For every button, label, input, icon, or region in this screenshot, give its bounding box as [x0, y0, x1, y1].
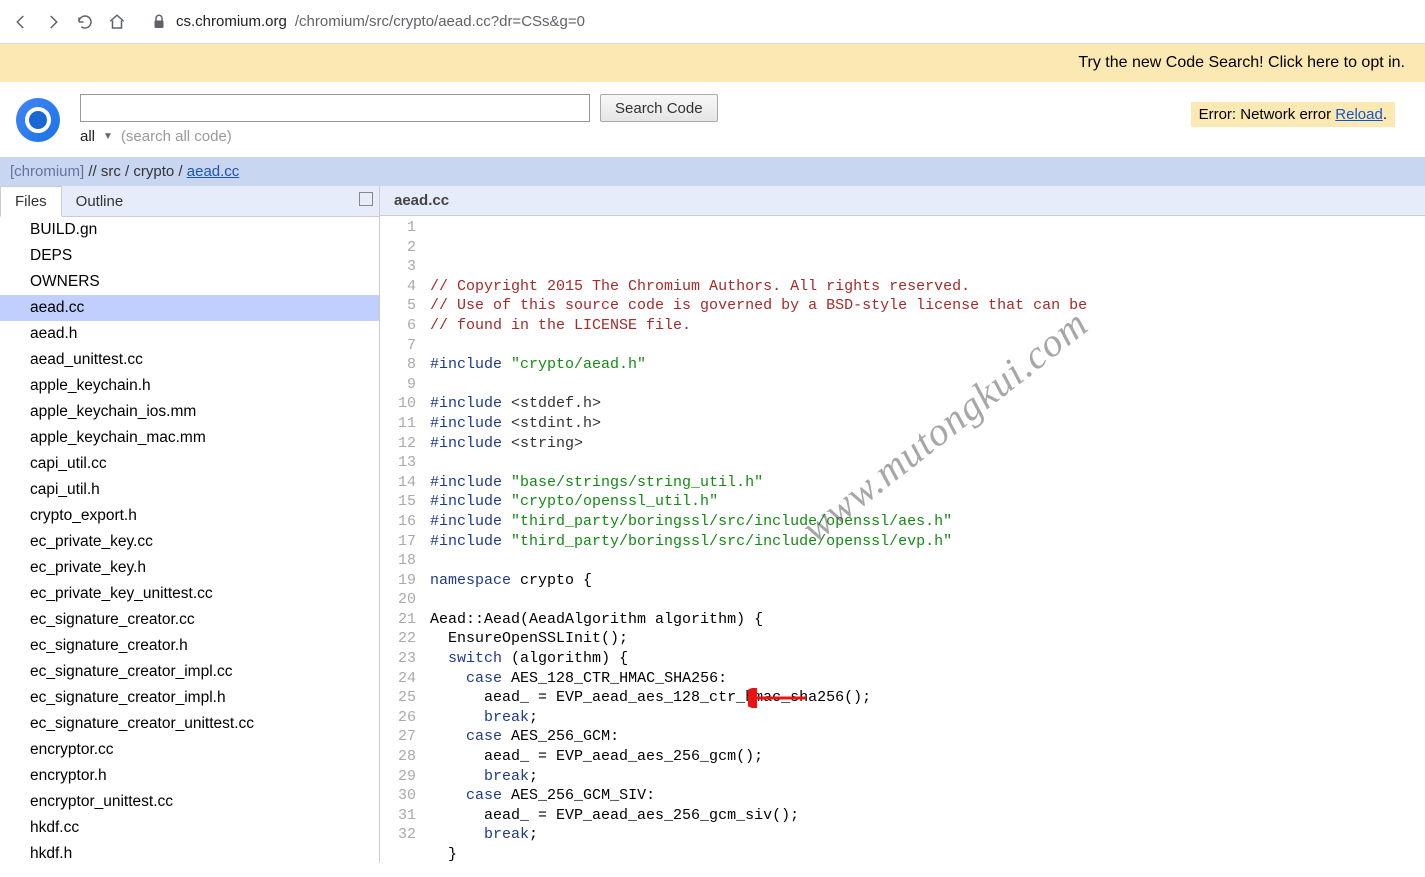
code-body: // Copyright 2015 The Chromium Authors. …: [424, 218, 1087, 863]
breadcrumb-file[interactable]: aead.cc: [187, 163, 240, 180]
file-item[interactable]: DEPS: [0, 243, 379, 269]
code-line: [430, 453, 1087, 473]
file-item[interactable]: BUILD.gn: [0, 217, 379, 243]
back-icon[interactable]: [12, 13, 30, 31]
code-line: #include <stdint.h>: [430, 414, 1087, 434]
error-label: Error: Network error: [1199, 106, 1336, 123]
breadcrumb-seg[interactable]: crypto: [133, 163, 174, 180]
code-line: aead_ = EVP_aead_aes_128_ctr_hmac_sha256…: [430, 688, 1087, 708]
browser-toolbar: cs.chromium.org/chromium/src/crypto/aead…: [0, 0, 1425, 44]
file-item[interactable]: ec_signature_creator_impl.h: [0, 685, 379, 711]
code-line: [430, 590, 1087, 610]
code-line: namespace crypto {: [430, 571, 1087, 591]
file-item[interactable]: ec_signature_creator_impl.cc: [0, 659, 379, 685]
code-line: break;: [430, 767, 1087, 787]
file-item[interactable]: apple_keychain_ios.mm: [0, 399, 379, 425]
opt-in-banner[interactable]: Try the new Code Search! Click here to o…: [0, 44, 1425, 82]
file-item[interactable]: ec_private_key_unittest.cc: [0, 581, 379, 607]
sidebar-tabs: Files Outline: [0, 186, 379, 217]
file-item[interactable]: encryptor.h: [0, 763, 379, 789]
content-header: aead.cc: [380, 186, 1425, 216]
code-line: #include "crypto/aead.h": [430, 355, 1087, 375]
file-list[interactable]: BUILD.gnDEPSOWNERSaead.ccaead.haead_unit…: [0, 217, 379, 863]
code-line: // Use of this source code is governed b…: [430, 296, 1087, 316]
line-number-gutter: 1234567891011121314151617181920212223242…: [380, 218, 424, 863]
url-path: /chromium/src/crypto/aead.cc?dr=CSs&g=0: [295, 13, 585, 30]
chevron-down-icon: ▼: [103, 131, 113, 142]
code-line: }: [430, 845, 1087, 863]
code-line: Aead::Aead(AeadAlgorithm algorithm) {: [430, 610, 1087, 630]
code-line: case AES_128_CTR_HMAC_SHA256:: [430, 669, 1087, 689]
search-input[interactable]: [80, 94, 590, 122]
file-item[interactable]: ec_signature_creator.cc: [0, 607, 379, 633]
lock-icon: [150, 13, 168, 31]
file-item[interactable]: ec_signature_creator.h: [0, 633, 379, 659]
file-item[interactable]: ec_private_key.cc: [0, 529, 379, 555]
chromium-logo: [16, 98, 60, 142]
file-item[interactable]: OWNERS: [0, 269, 379, 295]
breadcrumb-project[interactable]: [chromium]: [10, 163, 84, 180]
file-item[interactable]: capi_util.h: [0, 477, 379, 503]
search-button[interactable]: Search Code: [600, 94, 718, 122]
reload-icon[interactable]: [76, 13, 94, 31]
address-bar[interactable]: cs.chromium.org/chromium/src/crypto/aead…: [150, 13, 585, 31]
code-line: [430, 336, 1087, 356]
file-item[interactable]: encryptor_unittest.cc: [0, 789, 379, 815]
file-item[interactable]: ec_signature_creator_unittest.cc: [0, 711, 379, 737]
tab-files[interactable]: Files: [0, 186, 62, 217]
file-item[interactable]: hkdf.cc: [0, 815, 379, 841]
scope-label: all: [80, 128, 95, 145]
file-item[interactable]: apple_keychain_mac.mm: [0, 425, 379, 451]
code-line: aead_ = EVP_aead_aes_256_gcm_siv();: [430, 806, 1087, 826]
forward-icon[interactable]: [44, 13, 62, 31]
code-line: case AES_256_GCM:: [430, 727, 1087, 747]
code-line: // found in the LICENSE file.: [430, 316, 1087, 336]
code-line: case AES_256_GCM_SIV:: [430, 786, 1087, 806]
sidebar: Files Outline BUILD.gnDEPSOWNERSaead.cca…: [0, 186, 380, 863]
search-scope[interactable]: all ▼ (search all code): [80, 128, 718, 145]
main: Files Outline BUILD.gnDEPSOWNERSaead.cca…: [0, 186, 1425, 863]
code-line: #include "third_party/boringssl/src/incl…: [430, 532, 1087, 552]
url-host: cs.chromium.org: [176, 13, 287, 30]
code-line: #include <string>: [430, 434, 1087, 454]
code-line: [430, 551, 1087, 571]
reload-link[interactable]: Reload: [1335, 106, 1383, 123]
scope-hint: (search all code): [121, 128, 232, 145]
code-line: break;: [430, 708, 1087, 728]
code-line: #include <stddef.h>: [430, 394, 1087, 414]
code-line: #include "base/strings/string_util.h": [430, 473, 1087, 493]
breadcrumb: [chromium] // src / crypto / aead.cc: [0, 157, 1425, 186]
file-item[interactable]: aead.h: [0, 321, 379, 347]
file-item[interactable]: capi_util.cc: [0, 451, 379, 477]
code-line: EnsureOpenSSLInit();: [430, 629, 1087, 649]
file-item[interactable]: crypto_export.h: [0, 503, 379, 529]
file-item[interactable]: ec_private_key.h: [0, 555, 379, 581]
file-item[interactable]: apple_keychain.h: [0, 373, 379, 399]
code-line: switch (algorithm) {: [430, 649, 1087, 669]
code-line: aead_ = EVP_aead_aes_256_gcm();: [430, 747, 1087, 767]
breadcrumb-seg[interactable]: src: [101, 163, 121, 180]
file-item[interactable]: aead_unittest.cc: [0, 347, 379, 373]
code-line: #include "crypto/openssl_util.h": [430, 492, 1087, 512]
code-line: break;: [430, 825, 1087, 845]
home-icon[interactable]: [108, 13, 126, 31]
panel-toggle-icon[interactable]: [359, 192, 373, 206]
search-area: Search Code all ▼ (search all code) Erro…: [0, 82, 1425, 157]
code-area[interactable]: 1234567891011121314151617181920212223242…: [380, 216, 1425, 863]
file-item[interactable]: encryptor.cc: [0, 737, 379, 763]
error-badge: Error: Network error Reload.: [1191, 102, 1395, 127]
tab-outline[interactable]: Outline: [62, 187, 138, 216]
code-line: #include "third_party/boringssl/src/incl…: [430, 512, 1087, 532]
code-line: [430, 375, 1087, 395]
file-item[interactable]: aead.cc: [0, 295, 379, 321]
code-line: // Copyright 2015 The Chromium Authors. …: [430, 277, 1087, 297]
file-item[interactable]: hkdf.h: [0, 841, 379, 863]
content: aead.cc 12345678910111213141516171819202…: [380, 186, 1425, 863]
